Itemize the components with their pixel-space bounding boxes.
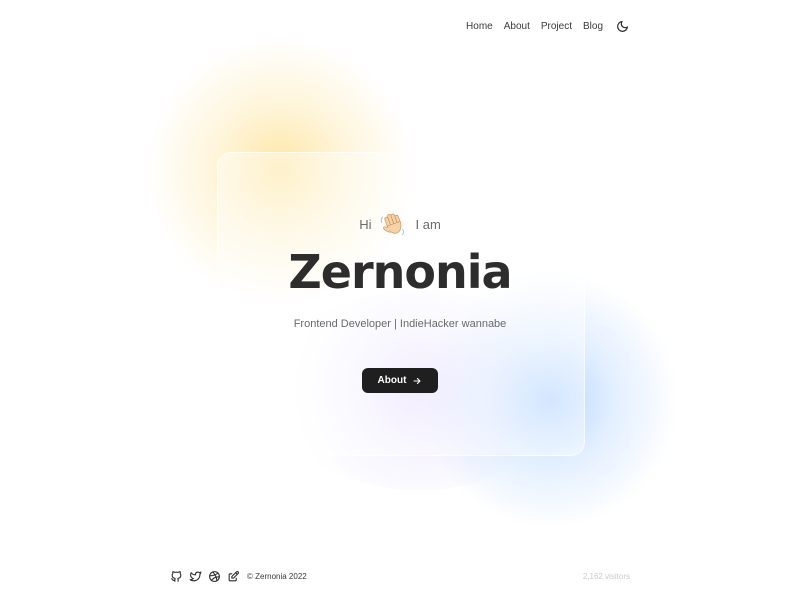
nav-item-project[interactable]: Project (536, 19, 577, 34)
copyright-text: © Zernonia 2022 (247, 571, 307, 581)
hero-name: Zernonia (288, 245, 512, 299)
greeting-hi: Hi (359, 216, 372, 232)
greeting-i-am: I am (415, 216, 441, 232)
waving-hand-icon (379, 210, 407, 238)
moon-icon[interactable] (614, 18, 630, 34)
arrow-right-icon (412, 376, 422, 386)
about-button-label: About (377, 375, 407, 386)
footer: © Zernonia 2022 2,162 visitors (170, 568, 630, 584)
top-nav: Home About Project Blog (460, 18, 630, 35)
twitter-icon[interactable] (189, 570, 202, 583)
page: Home About Project Blog Hi I am Zernonia… (0, 0, 800, 600)
footer-left: © Zernonia 2022 (170, 570, 307, 583)
nav-item-blog[interactable]: Blog (578, 19, 608, 34)
dribbble-icon[interactable] (208, 570, 221, 583)
hero-section: Hi I am Zernonia Frontend Developer | In… (0, 208, 800, 330)
nav-item-about[interactable]: About (499, 19, 535, 34)
about-button[interactable]: About (362, 368, 438, 393)
greeting: Hi I am (0, 208, 800, 240)
edit-icon[interactable] (227, 570, 240, 583)
visitor-count: 2,162 visitors (582, 571, 630, 581)
github-icon[interactable] (170, 570, 183, 583)
nav-item-home[interactable]: Home (461, 19, 498, 35)
hero-tagline: Frontend Developer | IndieHacker wannabe (293, 318, 507, 330)
